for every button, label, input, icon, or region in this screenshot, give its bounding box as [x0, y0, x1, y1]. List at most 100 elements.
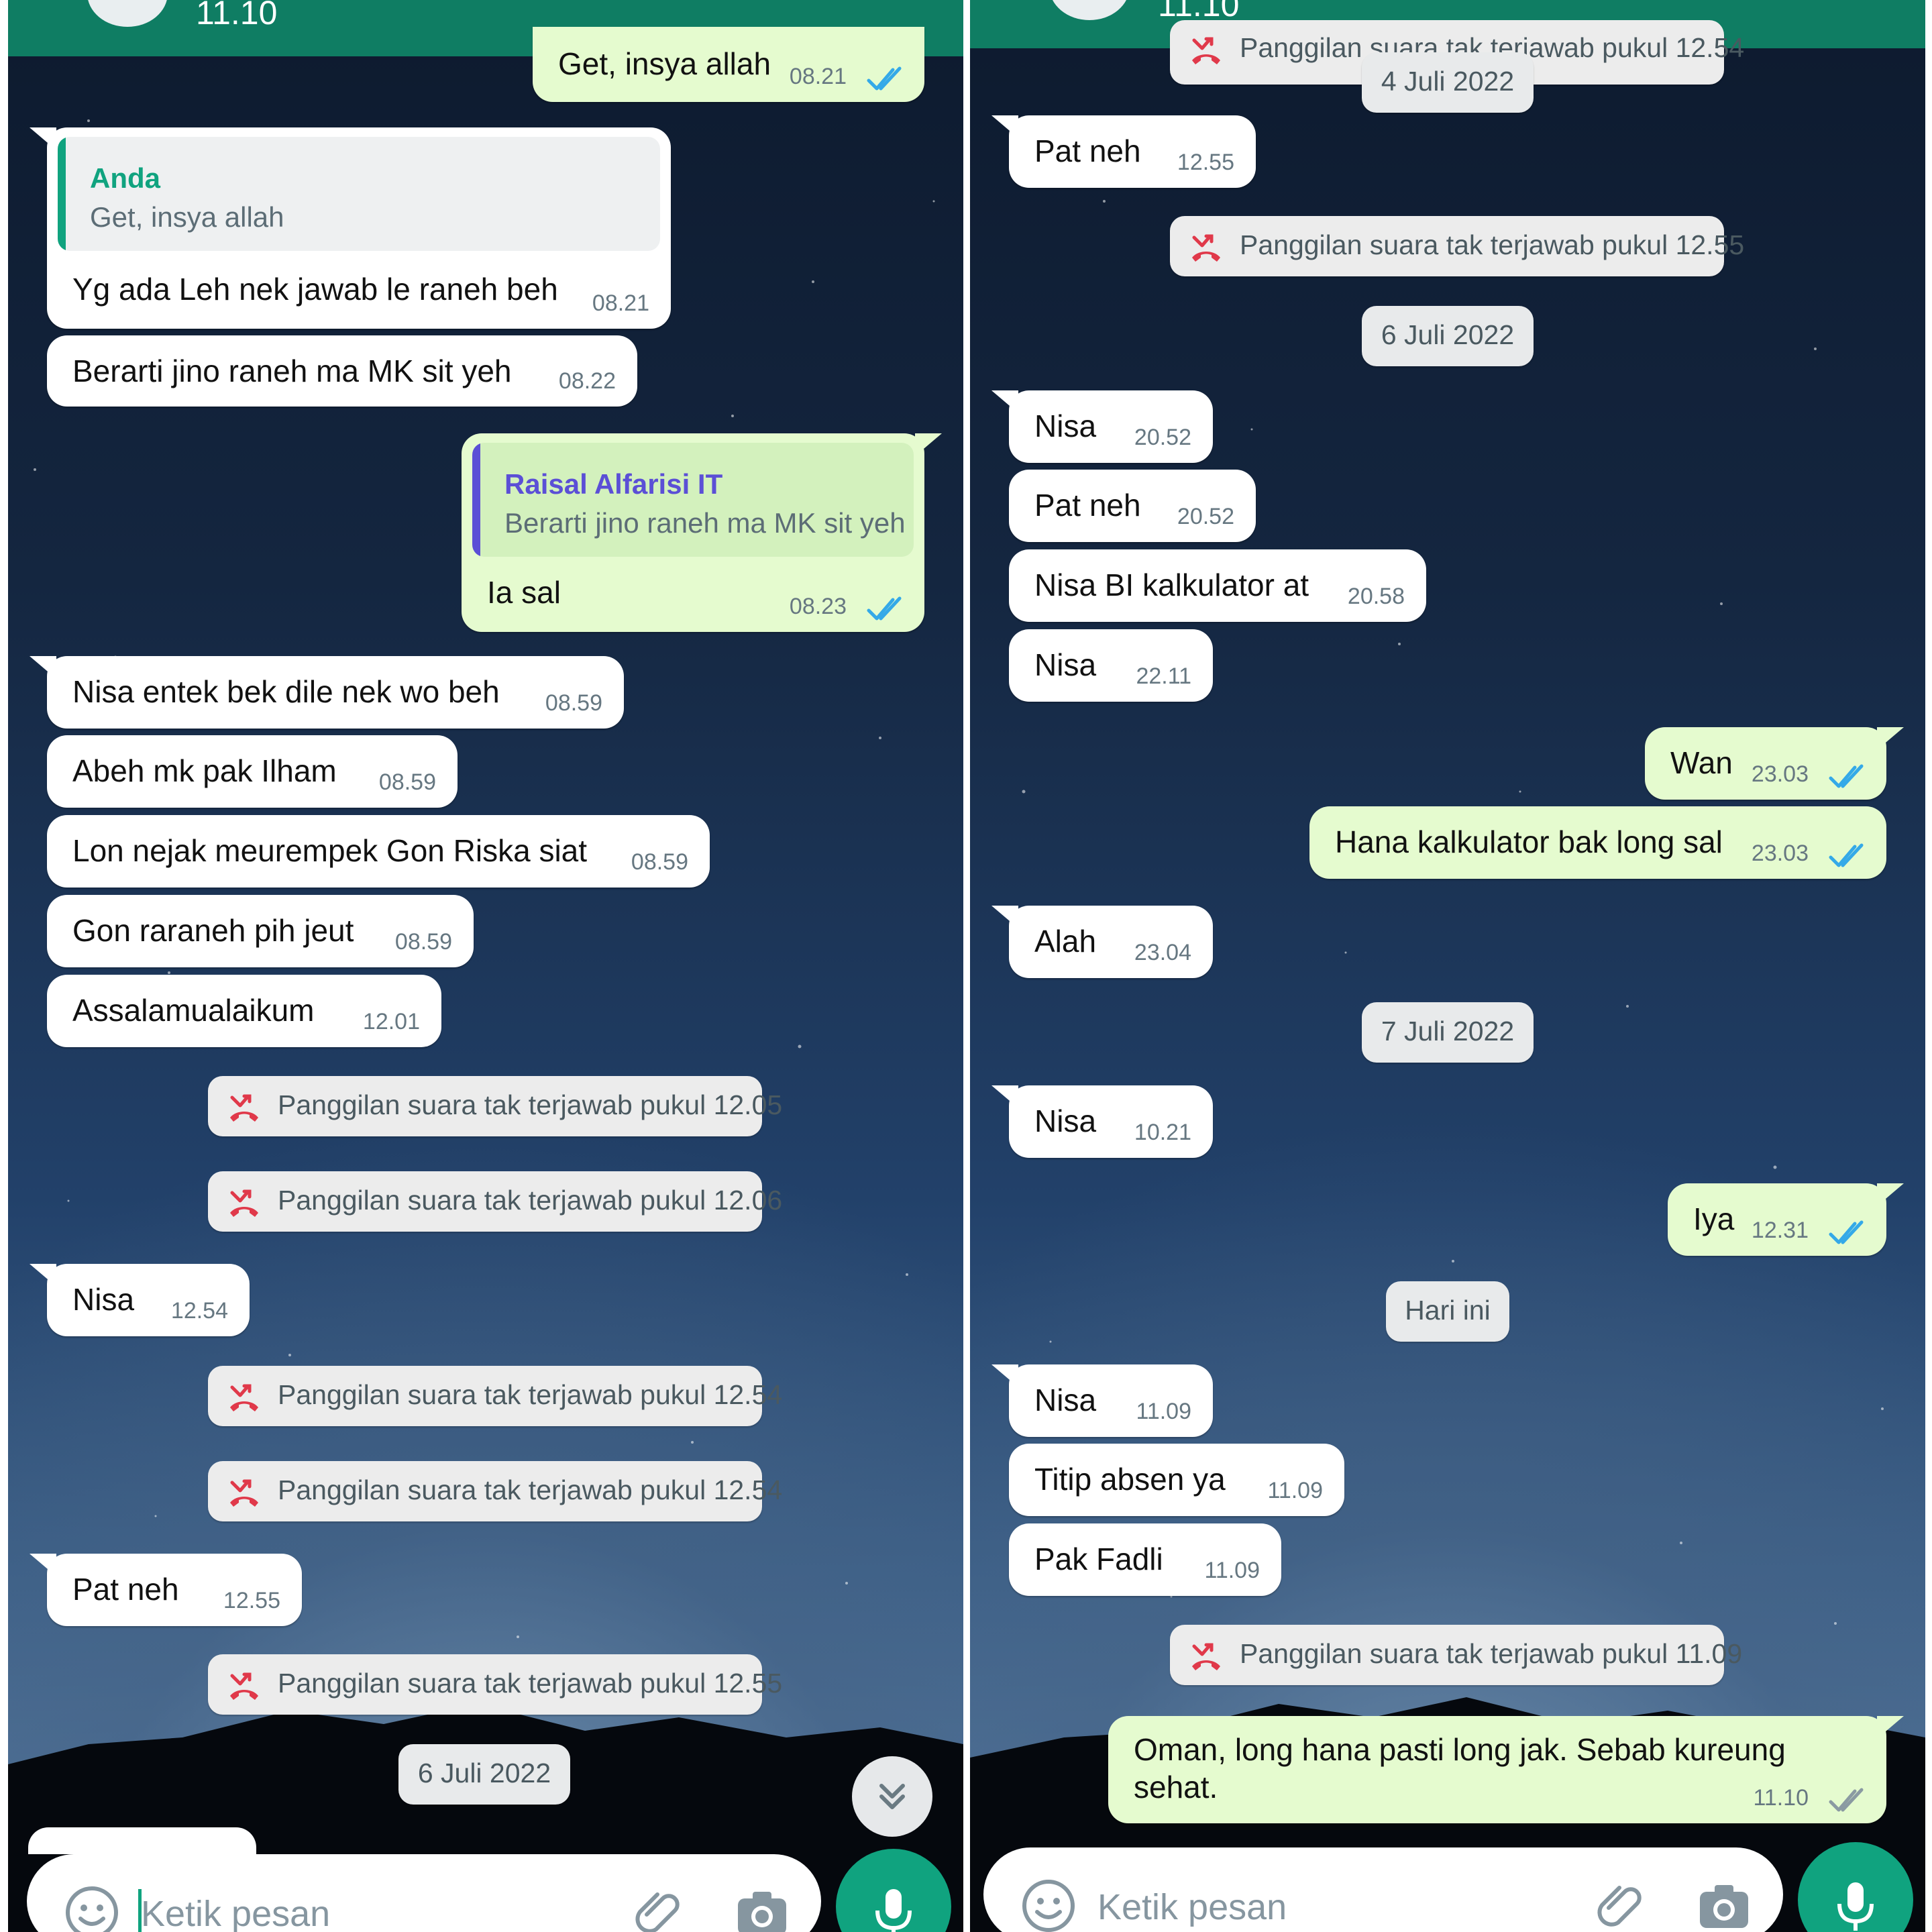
missed-call-text: Panggilan suara tak terjawab pukul 12.05 [278, 1089, 783, 1120]
outgoing-message[interactable]: Get, insya allah 08.21 [533, 27, 924, 102]
message-text: Nisa [1034, 1104, 1097, 1138]
incoming-message[interactable]: Abeh mk pak Ilham 08.59 [47, 735, 458, 808]
outgoing-reply-message[interactable]: Raisal Alfarisi IT Berarti jino raneh ma… [462, 433, 942, 632]
message-time: 20.52 [1177, 504, 1234, 529]
message-time: 20.58 [1347, 584, 1405, 609]
quoted-message[interactable]: Anda Get, insya allah [58, 137, 660, 251]
camera-icon[interactable] [1697, 1880, 1751, 1931]
bubble-tail [30, 1554, 56, 1576]
incoming-message[interactable]: Nisa 12.54 [30, 1264, 250, 1336]
contact-avatar[interactable] [87, 0, 168, 27]
quote-author: Raisal Alfarisi IT [504, 468, 723, 500]
incoming-message[interactable]: Nisa 10.21 [991, 1085, 1213, 1158]
double-check-read-icon [864, 66, 906, 93]
message-input-bar[interactable]: Ketik pesan [27, 1854, 821, 1932]
message-time: 08.21 [789, 64, 847, 89]
message-text: Pat neh [1034, 488, 1141, 523]
incoming-message[interactable]: Nisa BI kalkulator at 20.58 [1009, 549, 1426, 622]
incoming-message[interactable]: Alah 23.04 [991, 906, 1213, 978]
incoming-message[interactable]: Gon raraneh pih jeut 08.59 [47, 895, 474, 967]
quote-author: Anda [90, 162, 160, 194]
incoming-message[interactable]: Pak Fadli 11.09 [1009, 1523, 1281, 1596]
message-text: Nisa entek bek dile nek wo beh [72, 674, 500, 709]
missed-call-icon [228, 1381, 260, 1413]
attachment-icon[interactable] [1594, 1878, 1648, 1932]
incoming-message[interactable]: Pat neh 20.52 [1009, 470, 1256, 542]
message-time: 10.21 [1134, 1120, 1191, 1145]
bubble-tail [1877, 1716, 1904, 1739]
bubble-tail [991, 1085, 1018, 1108]
incoming-message[interactable]: Nisa 11.09 [991, 1364, 1213, 1437]
date-separator: 6 Juli 2022 [398, 1744, 570, 1805]
message-time: 08.59 [378, 769, 436, 795]
missed-call-notice[interactable]: Panggilan suara tak terjawab pukul 12.54 [208, 1461, 782, 1521]
message-time: 11.10 [1753, 1785, 1809, 1811]
message-text: Nisa [1034, 409, 1097, 443]
camera-icon[interactable] [735, 1886, 789, 1932]
date-separator: 7 Juli 2022 [1362, 1002, 1534, 1063]
missed-call-text: Panggilan suara tak terjawab pukul 12.55 [278, 1668, 783, 1699]
incoming-message[interactable]: Berarti jino raneh ma MK sit yeh 08.22 [47, 335, 637, 407]
message-time: 08.22 [558, 368, 616, 394]
incoming-message[interactable]: Titip absen ya 11.09 [1009, 1444, 1344, 1516]
missed-call-icon [1190, 1640, 1222, 1672]
missed-call-text: Panggilan suara tak terjawab pukul 12.06 [278, 1185, 783, 1216]
missed-call-notice[interactable]: Panggilan suara tak terjawab pukul 11.09 [1170, 1625, 1742, 1685]
double-check-delivered-icon [1826, 1787, 1868, 1814]
missed-call-notice[interactable]: Panggilan suara tak terjawab pukul 12.54 [208, 1366, 782, 1426]
date-text: 7 Juli 2022 [1381, 1016, 1515, 1046]
missed-call-icon [228, 1186, 260, 1218]
attachment-icon[interactable] [632, 1885, 686, 1932]
missed-call-notice[interactable]: Panggilan suara tak terjawab pukul 12.06 [208, 1171, 782, 1232]
message-text: Titip absen ya [1034, 1462, 1226, 1497]
message-text: Wan [1670, 745, 1733, 780]
missed-call-notice[interactable]: Panggilan suara tak terjawab pukul 12.05 [208, 1076, 782, 1136]
message-time: 20.52 [1134, 425, 1191, 450]
message-time: 23.03 [1751, 761, 1809, 787]
message-text: Ia sal [487, 575, 561, 610]
emoji-icon[interactable] [1020, 1877, 1077, 1932]
missed-call-notice[interactable]: Panggilan suara tak terjawab pukul 12.55 [1170, 216, 1744, 276]
incoming-message[interactable]: Nisa entek bek dile nek wo beh 08.59 [30, 656, 624, 729]
incoming-message[interactable]: Pat neh 12.55 [991, 115, 1256, 188]
message-text: Abeh mk pak Ilham [72, 753, 337, 788]
missed-call-text: Panggilan suara tak terjawab pukul 12.54 [278, 1379, 783, 1410]
date-text: 6 Juli 2022 [1381, 319, 1515, 350]
partial-message-bubble [28, 1827, 256, 1854]
message-time: 08.23 [789, 594, 847, 619]
incoming-message[interactable]: Pat neh 12.55 [30, 1554, 302, 1626]
incoming-message[interactable]: Assalamualaikum 12.01 [47, 975, 441, 1047]
message-input-bar[interactable]: Ketik pesan [983, 1847, 1783, 1932]
double-check-read-icon [864, 596, 906, 623]
message-text: Oman, long hana pasti long jak. Sebab ku… [1134, 1732, 1786, 1805]
message-input[interactable]: Ketik pesan [1097, 1886, 1287, 1928]
message-input[interactable]: Ketik pesan [141, 1893, 330, 1932]
incoming-reply-message[interactable]: Anda Get, insya allah Yg ada Leh nek jaw… [30, 127, 671, 329]
message-time: 12.31 [1751, 1218, 1809, 1243]
emoji-icon[interactable] [63, 1884, 121, 1932]
quote-accent-bar [58, 137, 66, 251]
outgoing-message[interactable]: Iya 12.31 [1668, 1183, 1904, 1256]
missed-call-icon [228, 1091, 260, 1123]
incoming-message[interactable]: Lon nejak meurempek Gon Riska siat 08.59 [47, 815, 710, 888]
outgoing-message[interactable]: Wan 23.03 [1645, 727, 1904, 800]
outgoing-message[interactable]: Oman, long hana pasti long jak. Sebab ku… [1108, 1716, 1904, 1823]
incoming-message[interactable]: Nisa 20.52 [991, 390, 1213, 463]
missed-call-notice[interactable]: Panggilan suara tak terjawab pukul 12.55 [208, 1654, 782, 1715]
message-time: 08.59 [394, 929, 452, 955]
bubble-tail [1877, 1183, 1904, 1206]
quoted-message[interactable]: Raisal Alfarisi IT Berarti jino raneh ma… [472, 443, 914, 557]
bubble-tail [1877, 727, 1904, 750]
outgoing-message[interactable]: Hana kalkulator bak long sal 23.03 [1309, 806, 1886, 879]
message-time: 11.09 [1136, 1399, 1191, 1424]
message-time: 12.55 [1177, 150, 1234, 175]
double-check-read-icon [1826, 1220, 1868, 1246]
message-time: 08.59 [631, 849, 688, 875]
message-time: 23.03 [1751, 841, 1809, 866]
incoming-message[interactable]: Nisa 22.11 [1009, 629, 1213, 702]
scroll-to-bottom-button[interactable] [852, 1756, 932, 1837]
contact-avatar[interactable] [1049, 0, 1130, 20]
message-time: 12.54 [170, 1298, 228, 1324]
bubble-tail [30, 1264, 56, 1287]
bubble-tail [991, 906, 1018, 928]
